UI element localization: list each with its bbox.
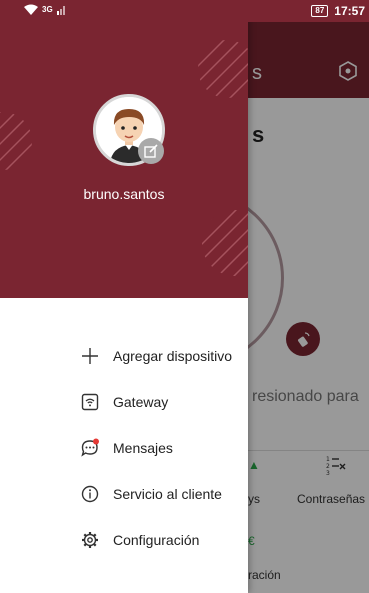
wifi-icon bbox=[24, 4, 38, 15]
info-icon bbox=[80, 484, 100, 504]
decorative-circle bbox=[0, 112, 32, 170]
menu-item-add-device[interactable]: Agregar dispositivo bbox=[0, 334, 248, 378]
decorative-circle bbox=[198, 40, 248, 98]
status-left: 3G bbox=[24, 4, 67, 15]
edit-icon bbox=[144, 144, 158, 158]
gateway-icon bbox=[80, 392, 100, 412]
menu-item-gateway[interactable]: Gateway bbox=[0, 380, 248, 424]
battery-level: 87 bbox=[311, 5, 329, 17]
menu-item-label: Configuración bbox=[113, 532, 200, 548]
edit-avatar-button[interactable] bbox=[138, 138, 164, 164]
menu-item-messages[interactable]: Mensajes bbox=[0, 426, 248, 470]
status-right: 87 17:57 bbox=[311, 4, 365, 18]
menu-item-label: Agregar dispositivo bbox=[113, 348, 233, 364]
message-icon bbox=[80, 438, 100, 458]
navigation-drawer: bruno.santos Agregar dispositivo Gateway bbox=[0, 0, 248, 593]
signal-icon bbox=[56, 6, 65, 15]
network-type: 3G bbox=[42, 5, 53, 14]
plus-icon bbox=[80, 346, 100, 366]
username: bruno.santos bbox=[83, 186, 165, 202]
gear-icon bbox=[80, 530, 100, 550]
drawer-header: bruno.santos bbox=[0, 0, 248, 298]
clock: 17:57 bbox=[334, 4, 365, 18]
menu-item-label: Servicio al cliente bbox=[113, 486, 222, 502]
status-bar: 3G 87 17:57 bbox=[0, 0, 369, 22]
menu-item-customer-service[interactable]: Servicio al cliente bbox=[0, 472, 248, 516]
decorative-circle bbox=[202, 210, 248, 276]
menu-item-settings[interactable]: Configuración bbox=[0, 518, 248, 562]
menu-item-label: Gateway bbox=[113, 394, 169, 410]
menu-item-label: Mensajes bbox=[113, 440, 173, 456]
notification-dot bbox=[93, 438, 99, 445]
